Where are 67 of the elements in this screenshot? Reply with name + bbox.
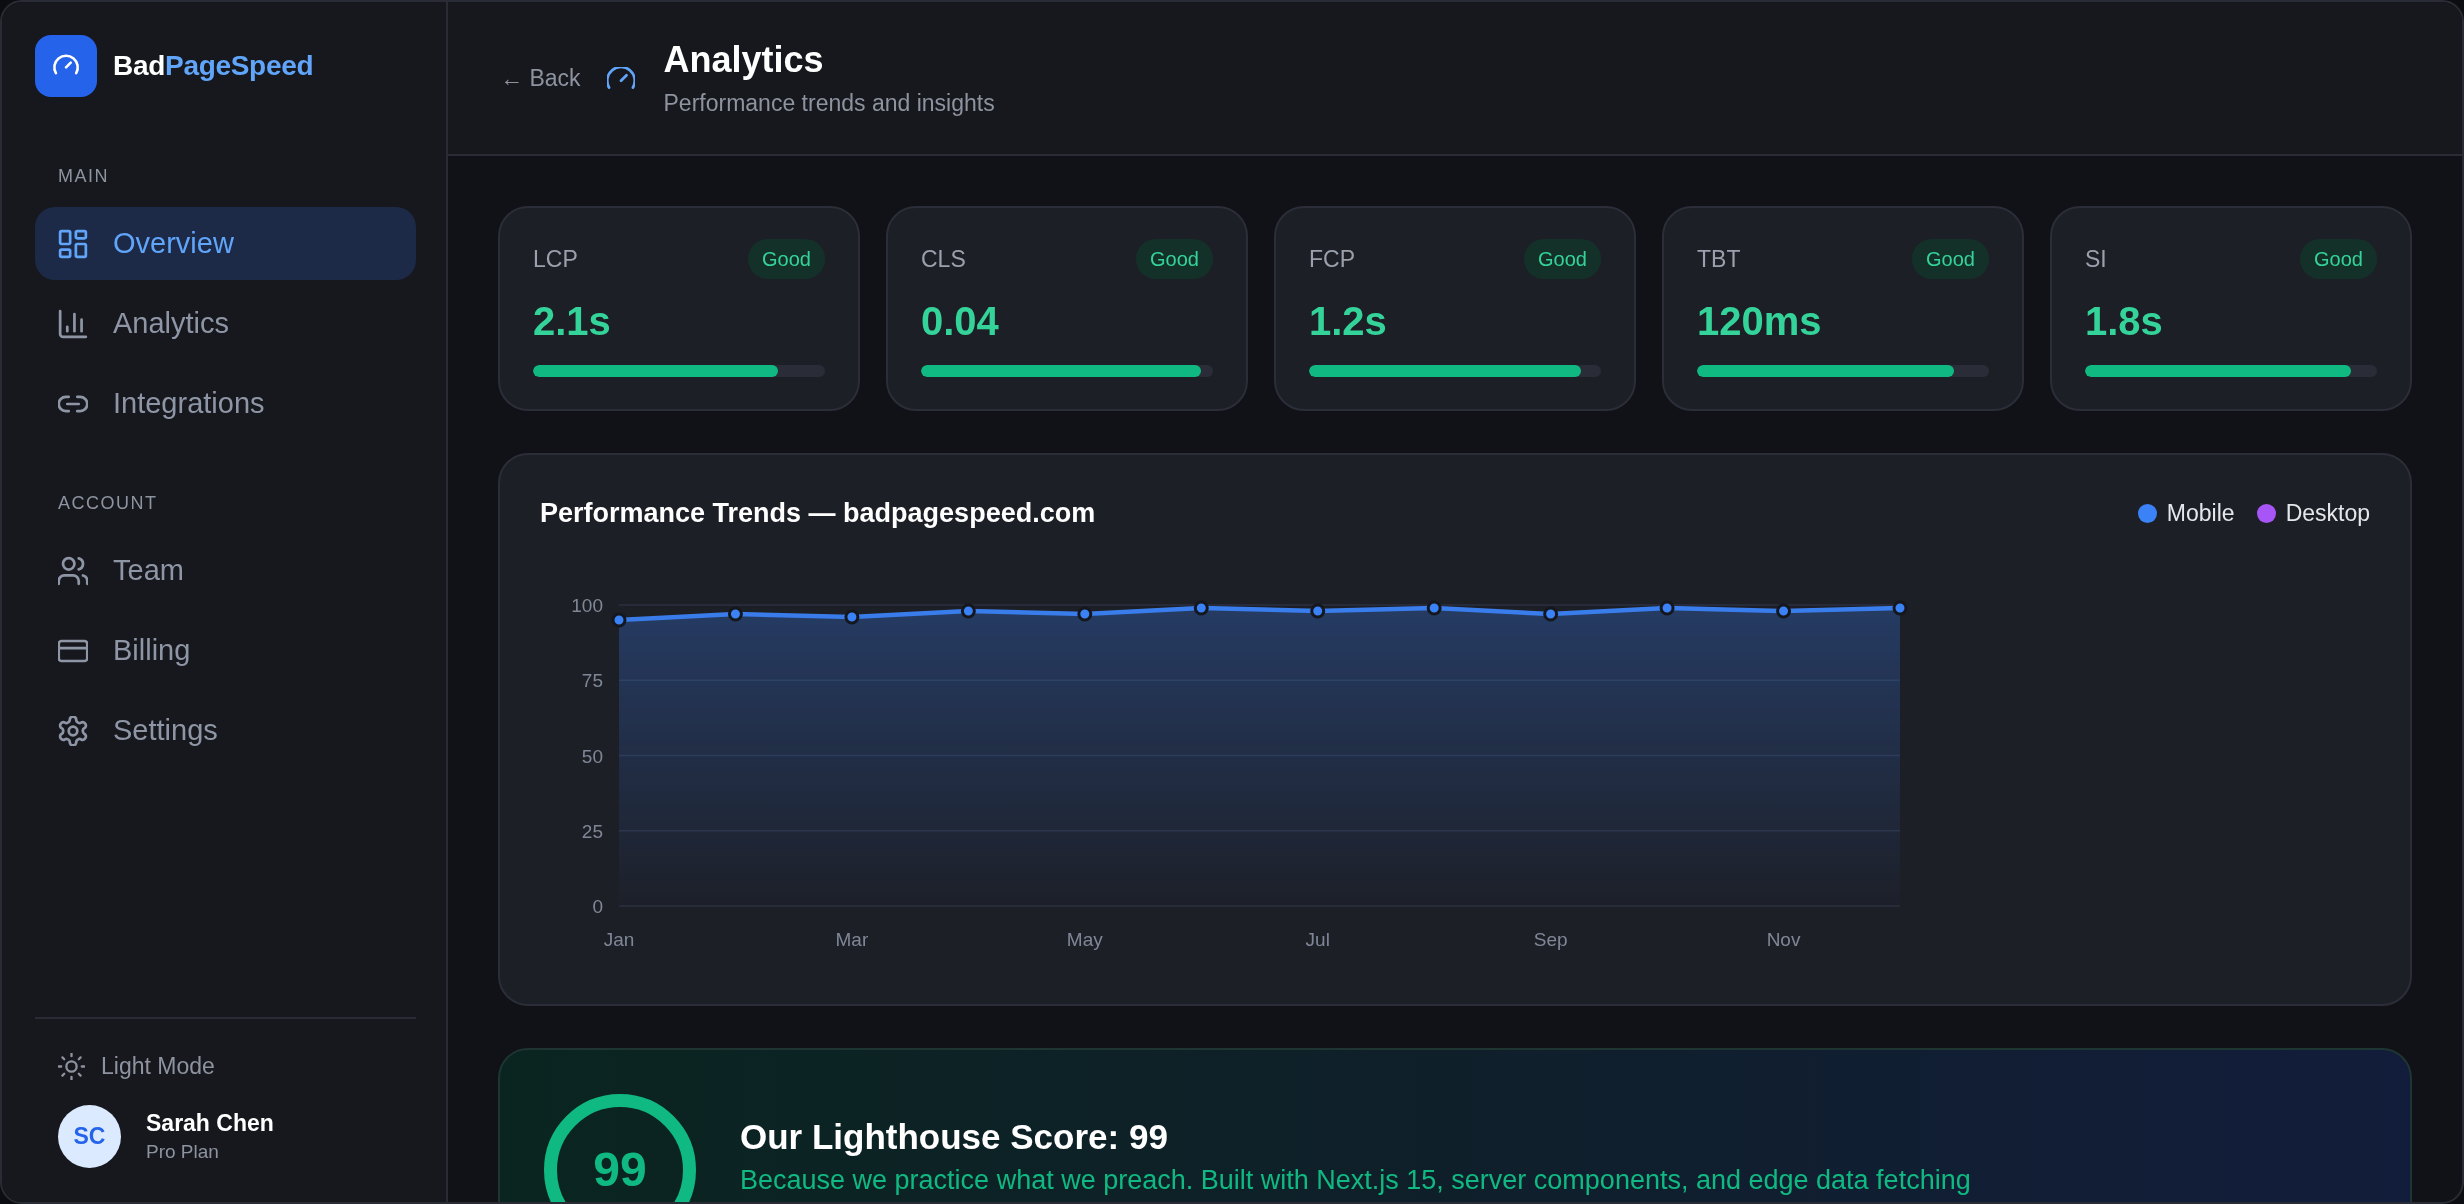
status-badge: Good [748,239,825,279]
metric-value: 1.8s [2085,298,2163,344]
sun-icon [58,1052,85,1080]
nav-item[interactable]: Team [35,534,416,607]
user-name: Sarah Chen [146,1110,274,1137]
data-point [844,609,860,625]
metric-label: SI [2085,245,2107,273]
metric-label: LCP [533,245,578,273]
score-description: Because we practice what we preach. Built with Next.js 15, server components, and edge data fetching [740,1164,1971,1196]
y-axis-label: 0 [592,896,603,917]
metric-value: 2.1s [533,298,611,344]
data-point [1543,606,1559,622]
page-title: Analytics [663,38,824,82]
score-title: Our Lighthouse Score: 99 [740,1116,1168,1158]
legend-label: Desktop [2285,499,2370,527]
x-axis-label: Sep [1533,929,1568,950]
page-subtitle: Performance trends and insights [663,89,995,118]
data-point [960,603,976,619]
x-axis-label: Mar [835,929,869,950]
gauge-icon [606,67,635,89]
metric-value: 0.04 [921,298,999,344]
nav-item[interactable]: Analytics [35,287,416,360]
y-axis-label: 50 [581,745,603,767]
user-avatar: SC [58,1105,121,1168]
nav-item[interactable]: Overview [35,207,416,280]
metric-value: 1.2s [1309,298,1387,344]
x-axis-label: Jul [1305,929,1330,950]
data-point [727,606,743,622]
y-axis-label: 25 [581,820,603,842]
section-label: MAIN [58,165,109,187]
legend-label: Mobile [2166,499,2235,527]
status-badge: Good [1912,239,1989,279]
x-axis-label: Jan [603,929,635,950]
gauge-logo-icon [35,35,97,97]
score-value: 99 [593,1144,647,1196]
data-point [1776,603,1792,619]
data-point [1659,600,1675,616]
dashboard-icon [58,228,88,259]
x-axis-label: Nov [1766,929,1801,950]
nav-item[interactable]: Billing [35,614,416,687]
data-point [1310,603,1326,619]
section-label: ACCOUNT [58,492,158,514]
metric-label: TBT [1697,245,1741,273]
data-point [1077,606,1093,622]
theme-toggle[interactable]: Light Mode [58,1049,215,1083]
user-plan: Pro Plan [146,1141,219,1163]
bar-chart-icon [58,308,88,339]
brand-name: BadPageSpeed [113,50,314,82]
users-icon [58,555,88,586]
y-axis-label: 100 [571,595,603,616]
data-point [1892,600,1908,616]
x-axis-label: May [1066,929,1103,950]
data-point [611,612,627,628]
settings-icon [58,715,88,746]
data-point [1193,600,1209,616]
metric-label: CLS [921,245,966,273]
y-axis-label: 75 [581,670,603,692]
metric-value: 120ms [1697,298,1822,344]
chart-title: Performance Trends — badpagespeed.com [540,497,1096,529]
nav-item[interactable]: Settings [35,694,416,767]
status-badge: Good [1136,239,1213,279]
metric-label: FCP [1309,245,1355,273]
data-point [1426,600,1442,616]
back-link[interactable]: ← Back [500,64,581,92]
status-badge: Good [1524,239,1601,279]
nav-item[interactable]: Integrations [35,367,416,440]
status-badge: Good [2300,239,2377,279]
